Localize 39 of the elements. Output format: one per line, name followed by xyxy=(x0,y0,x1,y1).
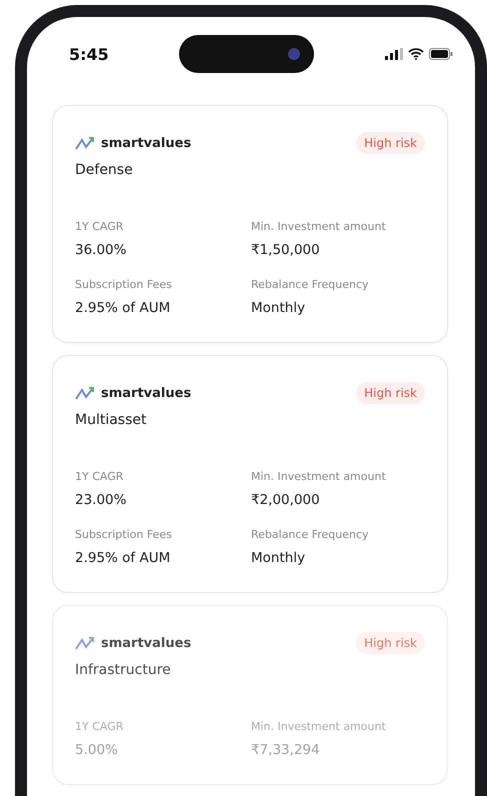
brand-name: smartvalues xyxy=(101,136,192,150)
stat-value: ₹7,33,294 xyxy=(251,742,321,758)
fund-card[interactable]: smartvalues High risk Multiasset 1Y CAGR 23.00% Min. Investment amount ₹2,00,000 Subscription Fees 2.95% of AUM Rebalance Frequency Monthly xyxy=(52,355,448,593)
chart-logo-icon xyxy=(75,136,95,150)
stat-label: Rebalance Frequency xyxy=(251,278,370,291)
status-time: 5:45 xyxy=(69,44,109,64)
stat-label: Min. Investment amount xyxy=(251,470,387,483)
brand-name: smartvalues xyxy=(101,386,192,400)
stat-label: Min. Investment amount xyxy=(251,220,387,233)
stat-value: ₹1,50,000 xyxy=(251,242,321,258)
chart-logo-icon xyxy=(75,636,95,650)
battery-icon xyxy=(428,48,453,60)
stat-value: 2.95% of AUM xyxy=(75,550,172,566)
stat-label: Subscription Fees xyxy=(75,278,173,291)
risk-badge: High risk xyxy=(356,632,425,654)
stat-label: 1Y CAGR xyxy=(75,470,124,483)
stat-label: 1Y CAGR xyxy=(75,720,124,733)
brand-name: smartvalues xyxy=(101,636,192,650)
stat-label: Rebalance Frequency xyxy=(251,528,370,541)
fund-title: Infrastructure xyxy=(75,662,172,678)
stat-value: Monthly xyxy=(251,300,306,316)
stat-value: 5.00% xyxy=(75,742,119,758)
stat-value: ₹2,00,000 xyxy=(251,492,321,508)
stat-value: 2.95% of AUM xyxy=(75,300,172,316)
fund-title: Multiasset xyxy=(75,412,148,428)
stat-label: 1Y CAGR xyxy=(75,220,124,233)
fund-card[interactable]: smartvalues High risk Defense 1Y CAGR 36.00% Min. Investment amount ₹1,50,000 Subscription Fees 2.95% of AUM Rebalance Frequency Monthly xyxy=(52,105,448,343)
fund-card[interactable]: smartvalues High risk Infrastructure 1Y CAGR 5.00% Min. Investment amount ₹7,33,294 xyxy=(52,605,448,785)
wifi-icon xyxy=(408,48,424,60)
stat-value: 36.00% xyxy=(75,242,128,258)
stat-label: Subscription Fees xyxy=(75,528,173,541)
stat-label: Min. Investment amount xyxy=(251,720,387,733)
stat-value: 23.00% xyxy=(75,492,128,508)
signal-icon xyxy=(384,48,403,60)
stat-value: Monthly xyxy=(251,550,306,566)
risk-badge: High risk xyxy=(356,382,425,404)
chart-logo-icon xyxy=(75,386,95,400)
fund-title: Defense xyxy=(75,162,134,178)
risk-badge: High risk xyxy=(356,132,425,154)
